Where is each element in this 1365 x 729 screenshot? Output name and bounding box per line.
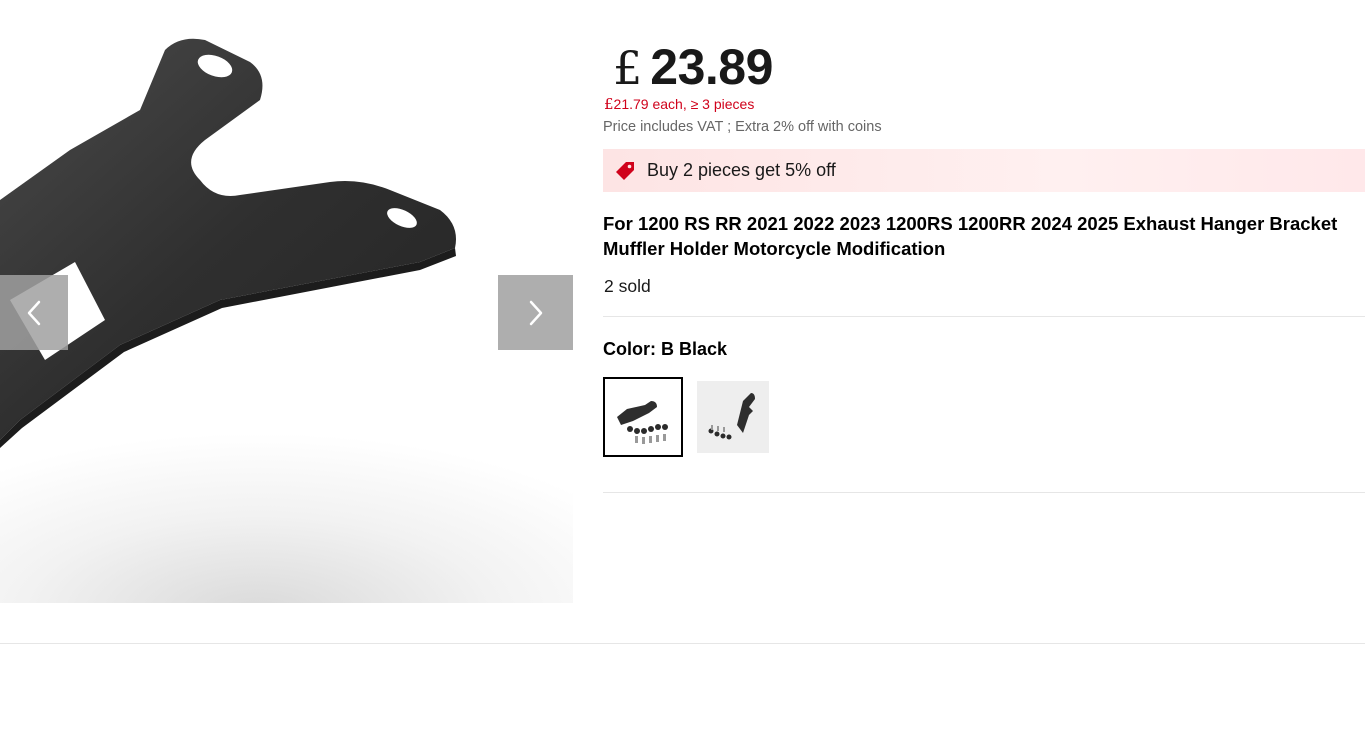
vat-note: Price includes VAT ; Extra 2% off with c… <box>603 119 882 135</box>
product-bracket-image <box>0 38 573 603</box>
variant-a-thumbnail <box>697 381 769 453</box>
color-label: Color: B Black <box>603 339 728 359</box>
variant-swatch-selected[interactable] <box>603 377 683 457</box>
price-amount: 23.89 <box>650 39 773 95</box>
chevron-left-icon <box>27 300 41 325</box>
variant-b-black-thumbnail <box>605 379 681 455</box>
product-title: For 1200 RS RR 2021 2022 2023 1200RS 120… <box>603 213 1338 259</box>
variant-swatch[interactable] <box>697 381 769 453</box>
tag-icon <box>615 161 635 181</box>
gallery-prev-button[interactable] <box>0 275 68 350</box>
product-gallery <box>0 0 573 603</box>
divider <box>603 316 1365 317</box>
currency-symbol: £ <box>613 41 643 95</box>
bulk-price-text: 21.79 each, ≥ 3 pieces <box>613 96 755 112</box>
section-divider <box>0 643 1365 644</box>
divider <box>603 492 1365 493</box>
price-block: £ 23.89 <box>603 38 773 96</box>
promo-banner: Buy 2 pieces get 5% off <box>603 149 1365 192</box>
bulk-currency-symbol: £ <box>604 95 614 113</box>
gallery-next-button[interactable] <box>498 275 573 350</box>
promo-text: Buy 2 pieces get 5% off <box>647 160 836 180</box>
chevron-right-icon <box>529 300 542 325</box>
bulk-price: £21.79 each, ≥ 3 pieces <box>604 95 754 113</box>
sold-count: 2 sold <box>604 276 651 296</box>
